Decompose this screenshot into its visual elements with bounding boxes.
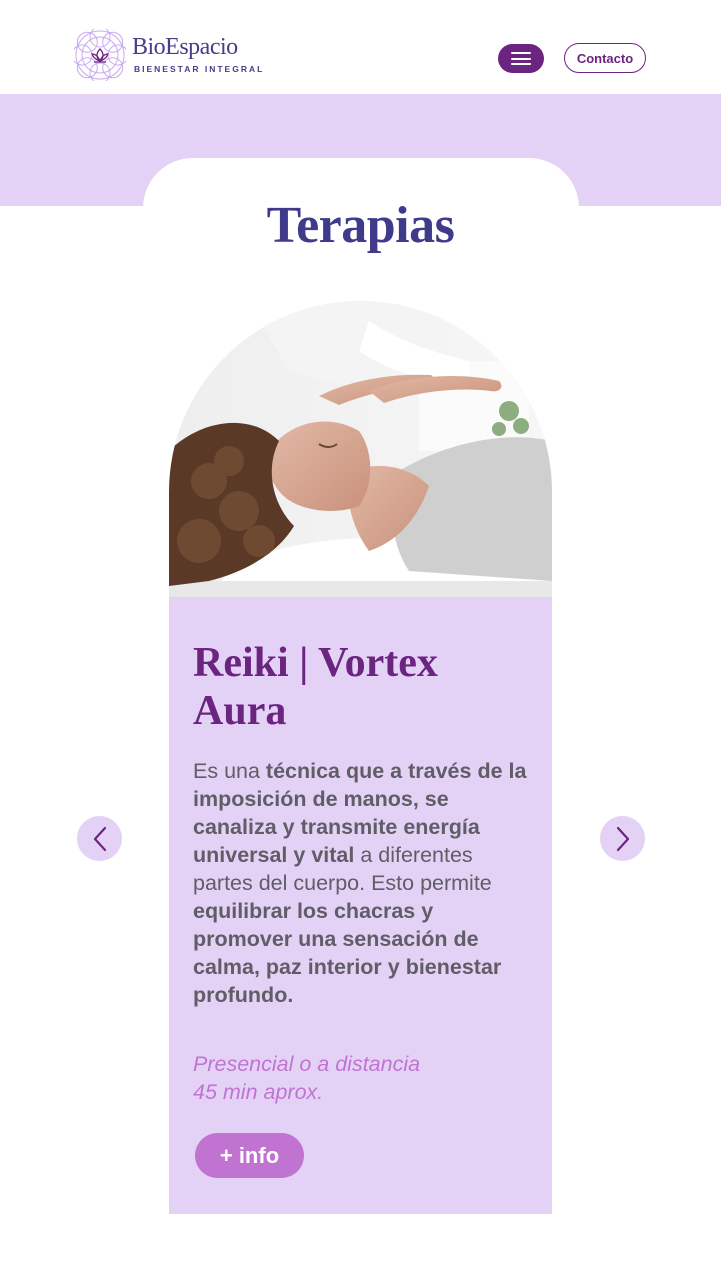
- lotus-mandala-logo-icon: [74, 29, 126, 81]
- reiki-photo-illustration: [169, 301, 552, 597]
- logo-tagline: BIENESTAR INTEGRAL: [134, 64, 265, 74]
- therapy-meta: Presencial o a distancia 45 min aprox.: [193, 1050, 533, 1106]
- therapy-title: Reiki | Vortex Aura: [193, 640, 438, 734]
- therapy-card-body: Reiki | Vortex Aura Es una técnica que a…: [169, 597, 552, 1214]
- carousel-prev-button[interactable]: [77, 816, 122, 861]
- hamburger-menu-icon-line: [511, 57, 531, 60]
- therapy-description: Es una técnica que a través de la imposi…: [193, 757, 533, 1009]
- contact-button[interactable]: Contacto: [564, 43, 646, 73]
- more-info-button[interactable]: + info: [195, 1133, 304, 1178]
- hamburger-menu-icon-line: [511, 63, 531, 66]
- logo[interactable]: BioEspacio BIENESTAR INTEGRAL: [74, 29, 262, 81]
- chevron-right-icon: [616, 826, 629, 851]
- menu-button[interactable]: [498, 44, 544, 73]
- therapy-photo: [169, 301, 552, 597]
- desc-text: Es una: [193, 759, 266, 783]
- logo-name: BioEspacio: [132, 34, 238, 60]
- therapy-card: Reiki | Vortex Aura Es una técnica que a…: [169, 301, 552, 1214]
- site-header: BioEspacio BIENESTAR INTEGRAL Contacto: [0, 0, 721, 94]
- hamburger-menu-icon: [511, 52, 531, 55]
- desc-bold: equilibrar los chacras y promover una se…: [193, 899, 502, 1007]
- therapy-duration: 45 min aprox.: [193, 1080, 324, 1104]
- chevron-left-icon: [93, 826, 106, 851]
- carousel-next-button[interactable]: [600, 816, 645, 861]
- therapy-modality: Presencial o a distancia: [193, 1052, 421, 1076]
- section-title: Terapias: [266, 197, 455, 254]
